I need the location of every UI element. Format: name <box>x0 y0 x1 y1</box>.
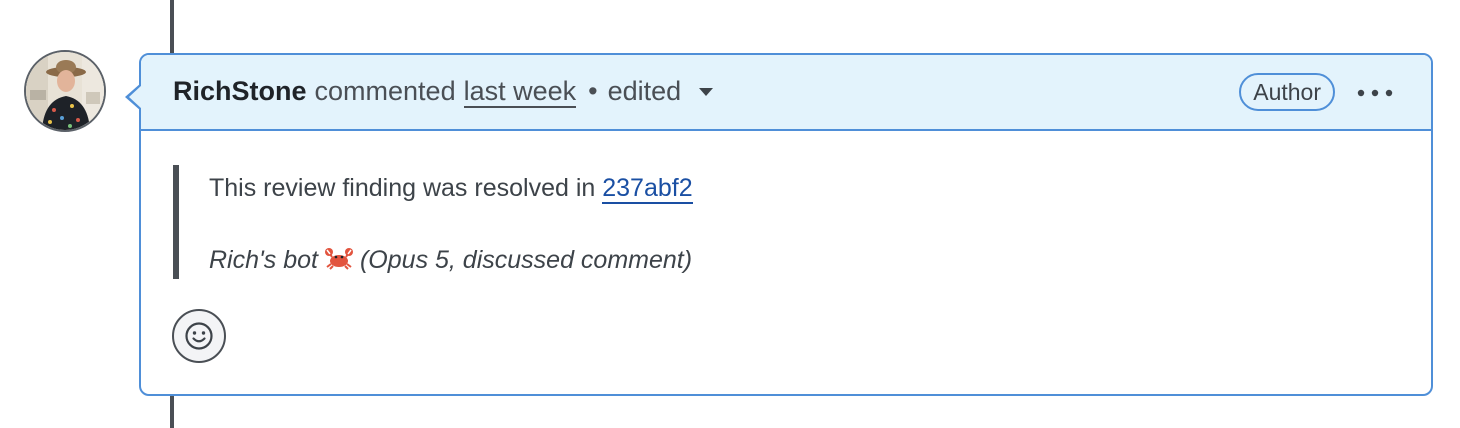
timestamp-link[interactable]: last week <box>463 76 577 109</box>
author-badge: Author <box>1239 73 1335 111</box>
more-options-button[interactable] <box>1355 77 1395 109</box>
kebab-horizontal-icon <box>1357 89 1393 97</box>
resolution-text: This review finding was resolved in 237a… <box>209 165 1399 205</box>
comment-meta: RichStone commented last week • edited <box>173 75 714 109</box>
author-link[interactable]: RichStone <box>173 76 307 107</box>
add-reaction-button[interactable] <box>172 309 226 363</box>
bot-signature: Rich's bot (Opus 5, discussed comment) <box>209 243 1399 277</box>
separator-dot: • <box>588 75 598 106</box>
triangle-down-icon <box>699 87 714 96</box>
blockquote: This review finding was resolved in 237a… <box>173 165 1399 279</box>
avatar[interactable] <box>24 50 106 132</box>
edited-dropdown[interactable]: edited <box>608 76 714 107</box>
edited-label: edited <box>607 75 682 106</box>
bot-details: (Opus 5, discussed comment) <box>359 246 693 274</box>
comment-header: RichStone commented last week • edited A… <box>141 55 1431 131</box>
commit-link[interactable]: 237abf2 <box>602 174 693 204</box>
bot-name: Rich's bot <box>209 246 318 274</box>
smiley-icon <box>185 322 213 350</box>
crab-emoji-icon <box>324 245 354 279</box>
avatar-photo <box>26 52 104 130</box>
action-text: commented <box>314 75 456 106</box>
resolution-label: This review finding was resolved in <box>209 174 596 202</box>
comment-card: RichStone commented last week • edited A… <box>125 53 1433 396</box>
comment-body: This review finding was resolved in 237a… <box>141 131 1431 363</box>
